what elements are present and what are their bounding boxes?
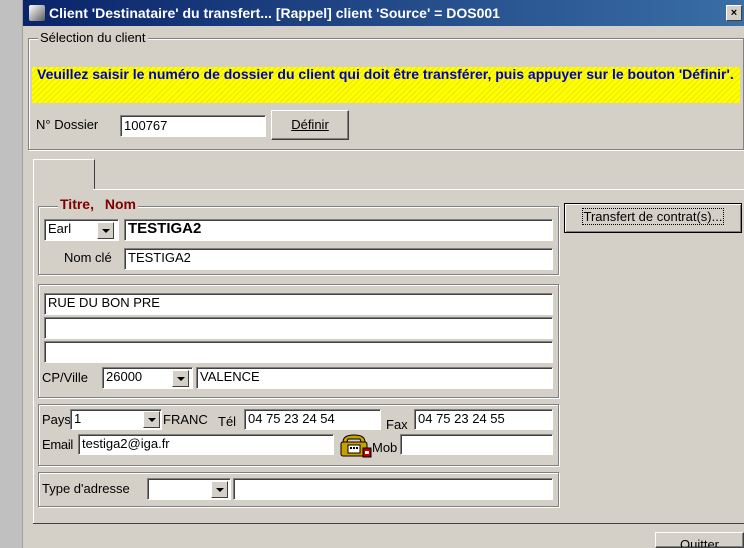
nom-label: Nom (104, 196, 136, 212)
cp-value: 26000 (106, 369, 143, 384)
definir-label: Définir (291, 117, 329, 132)
dossier-number-input[interactable]: 100767 (120, 115, 266, 137)
pays-name: FRANC (163, 412, 208, 427)
titre-dropdown-button[interactable] (97, 222, 114, 239)
nom-value: TESTIGA2 (128, 220, 202, 237)
email-label: Email (42, 437, 74, 452)
left-strip (0, 0, 23, 548)
transfert-contrats-label: Transfert de contrat(s)... (581, 208, 725, 225)
tab-panel-line (93, 189, 744, 190)
title-bar: Client 'Destinataire' du transfert... [R… (23, 0, 744, 26)
definir-button[interactable]: Définir (271, 110, 349, 140)
close-button[interactable]: × (726, 5, 742, 21)
fax-input[interactable]: 04 75 23 24 55 (414, 409, 553, 430)
ville-input[interactable]: VALENCE (196, 367, 553, 389)
type-adresse-extra-input[interactable] (233, 478, 553, 500)
tel-input[interactable]: 04 75 23 24 54 (244, 409, 381, 430)
mob-input[interactable] (400, 434, 553, 455)
tab-main[interactable] (33, 159, 95, 190)
type-adresse-dropdown-button[interactable] (211, 481, 228, 498)
transfert-contrats-button[interactable]: Transfert de contrat(s)... (564, 203, 742, 233)
quitter-label: Quitter (679, 537, 719, 548)
titre-value: Earl (48, 221, 72, 236)
email-input[interactable]: testiga2@iga.fr (78, 434, 334, 455)
type-adresse-label: Type d'adresse (42, 481, 130, 496)
titre-label: Titre, (60, 196, 94, 212)
window-title: Client 'Destinataire' du transfert... [R… (49, 5, 500, 21)
nom-input[interactable]: TESTIGA2 (124, 219, 553, 241)
tab-panel-bottom-line (33, 523, 744, 524)
mob-label: Mob (372, 440, 398, 455)
fax-label: Fax (386, 417, 408, 432)
instruction-text: Veuillez saisir le numéro de dossier du … (37, 66, 734, 82)
cpville-label: CP/Ville (42, 370, 89, 385)
address-line1-input[interactable]: RUE DU BON PRE (44, 293, 553, 315)
pays-value: 1 (74, 411, 82, 426)
pays-label: Pays (42, 412, 71, 427)
address-line3-input[interactable] (44, 341, 553, 363)
close-icon: × (730, 7, 738, 19)
address-line2-input[interactable] (44, 317, 553, 339)
tab-panel-left-line (33, 189, 34, 523)
tel-label: Tél (218, 414, 237, 429)
phone-dial-icon[interactable] (339, 433, 372, 458)
nomcle-input[interactable]: TESTIGA2 (124, 248, 553, 270)
app-icon (29, 5, 45, 21)
client-selection-group-label: Sélection du client (38, 30, 148, 45)
quitter-button[interactable]: Quitter (655, 532, 744, 548)
identity-group-label: Titre, Nom (58, 196, 138, 212)
nomcle-label: Nom clé (64, 250, 112, 265)
pays-dropdown-button[interactable] (143, 411, 160, 428)
dossier-label: N° Dossier (36, 117, 99, 132)
cp-dropdown-button[interactable] (172, 370, 189, 387)
